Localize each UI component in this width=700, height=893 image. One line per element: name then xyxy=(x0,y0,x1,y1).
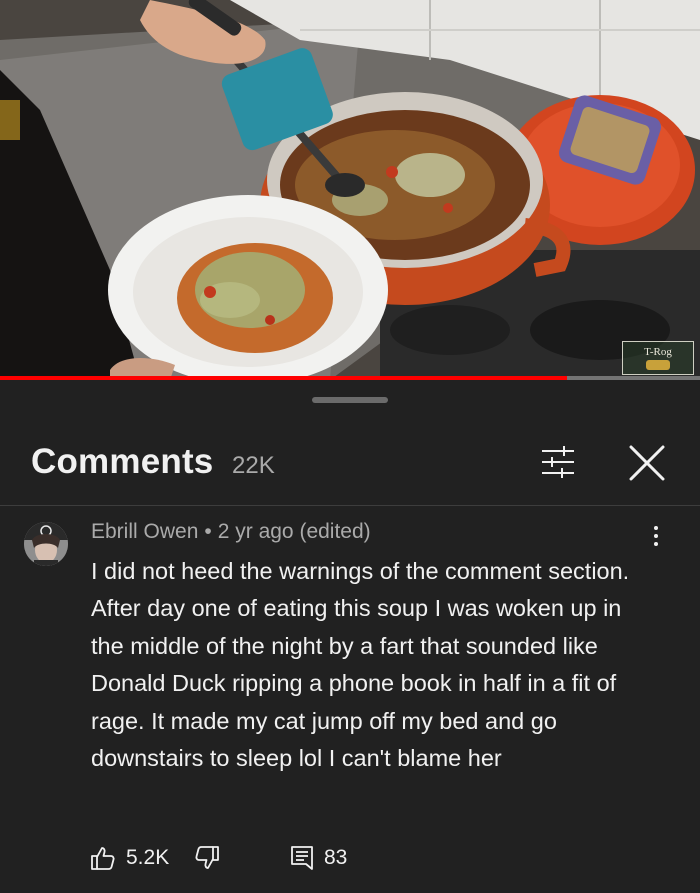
comments-title: Comments xyxy=(31,442,214,481)
video-player[interactable]: T-Rog xyxy=(0,0,700,380)
thumbs-down-icon xyxy=(195,846,219,869)
more-vertical-icon xyxy=(654,526,658,546)
comment-meta: Ebrill Owen • 2 yr ago (edited) xyxy=(91,520,371,544)
more-options-button[interactable] xyxy=(646,520,666,552)
comments-sheet: Comments 22K Ebrill Owen • 2 yr ago (edi… xyxy=(0,380,700,893)
comment-actions: 5.2K 83 xyxy=(0,838,700,878)
watermark-logo-icon xyxy=(646,360,670,370)
channel-watermark[interactable]: T-Rog xyxy=(622,341,694,375)
drag-handle[interactable] xyxy=(312,397,388,403)
header-divider xyxy=(0,505,700,506)
video-frame xyxy=(0,0,700,380)
comments-count: 22K xyxy=(232,452,275,479)
close-icon xyxy=(629,445,665,481)
avatar-image xyxy=(24,522,68,566)
dislike-button[interactable] xyxy=(194,838,220,878)
thumbs-up-icon xyxy=(91,847,115,870)
watermark-text: T-Rog xyxy=(644,346,672,358)
like-button[interactable]: 5.2K xyxy=(90,838,169,878)
meta-separator: • xyxy=(204,520,212,543)
comments-header: Comments 22K xyxy=(0,432,700,492)
replies-button[interactable]: 83 xyxy=(290,838,347,878)
avatar[interactable] xyxy=(24,522,68,566)
sliders-icon xyxy=(542,446,574,478)
comment-author[interactable]: Ebrill Owen xyxy=(91,520,198,543)
like-count: 5.2K xyxy=(126,846,170,869)
close-button[interactable] xyxy=(626,442,668,484)
comment-text: I did not heed the warnings of the comme… xyxy=(91,558,630,772)
reply-count: 83 xyxy=(324,846,348,869)
comment-icon xyxy=(291,846,313,870)
comment-time: 2 yr ago (edited) xyxy=(217,520,371,543)
sort-filter-button[interactable] xyxy=(538,442,578,482)
